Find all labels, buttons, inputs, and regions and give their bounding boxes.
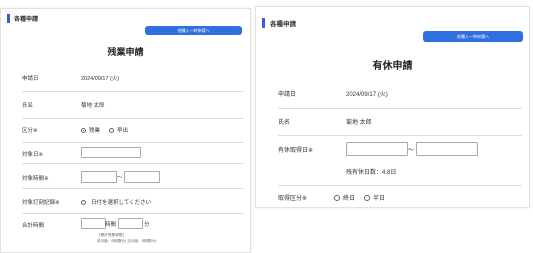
- divider: [278, 185, 522, 186]
- other-request-button[interactable]: 他種入一時申請へ: [145, 26, 242, 35]
- leave-category-option-fullday[interactable]: 終日: [334, 193, 355, 202]
- other-request-button[interactable]: 他種入一時申請へ: [423, 31, 523, 42]
- application-date-label: 申請日: [22, 76, 39, 82]
- name-label: 氏名: [22, 103, 34, 109]
- application-date-value: 2024/09/17 (火): [81, 76, 120, 82]
- target-date-input[interactable]: [81, 147, 141, 158]
- category-option-early[interactable]: 早出: [109, 126, 128, 134]
- divider: [278, 108, 522, 109]
- target-stamp-option[interactable]: 日付を選択してください: [81, 198, 151, 206]
- time-separator: 〜: [117, 175, 123, 181]
- leave-period-label: 有休取得日※: [278, 148, 314, 154]
- section-header: 各種申請: [7, 14, 38, 23]
- minute-unit: 分: [144, 222, 150, 228]
- radio-icon[interactable]: [334, 194, 340, 201]
- category-label: 区分※: [22, 128, 38, 134]
- application-date-label: 申請日: [278, 92, 297, 98]
- header-accent-bar: [262, 18, 265, 28]
- divider: [22, 142, 244, 143]
- total-minutes-input[interactable]: [118, 218, 143, 229]
- radio-icon[interactable]: [81, 199, 86, 205]
- leave-start-date-input[interactable]: [346, 142, 408, 156]
- start-time-input[interactable]: [81, 171, 117, 183]
- leave-category-option-halfday[interactable]: 半日: [364, 193, 385, 202]
- leave-end-date-input[interactable]: [416, 142, 478, 156]
- name-value: 菊地 太郎: [81, 103, 105, 109]
- period-separator: 〜: [408, 148, 415, 154]
- divider: [22, 163, 244, 164]
- remaining-leave-days: 残有休日数：4.8日: [346, 170, 397, 176]
- end-time-input[interactable]: [124, 171, 160, 183]
- total-time-label: 合計時間: [22, 223, 45, 229]
- radio-icon[interactable]: [109, 127, 114, 133]
- header-accent-bar: [7, 14, 10, 23]
- divider: [22, 213, 244, 214]
- section-header-title: 各種申請: [14, 17, 39, 23]
- overtime-request-panel: 各種申請 他種入一時申請へ 残業申請 申請日 2024/09/17 (火) 氏名…: [0, 8, 251, 253]
- page-title: 残業申請: [107, 47, 144, 57]
- category-option-overtime[interactable]: 残業: [81, 126, 100, 134]
- radio-selected-icon[interactable]: [81, 127, 86, 133]
- divider: [22, 118, 244, 119]
- page-title: 有休申請: [372, 61, 413, 72]
- total-hours-input[interactable]: [81, 218, 106, 229]
- cumulative-overtime-note: 【累計残業時間】: [97, 233, 126, 237]
- divider: [22, 188, 244, 189]
- divider: [22, 91, 244, 92]
- name-value: 菊地 太郎: [346, 120, 372, 126]
- paid-leave-request-panel: 各種申請 他種入一時申請へ 有休申請 申請日 2024/09/17 (火) 氏名…: [255, 6, 530, 208]
- application-date-value: 2024/09/17 (火): [346, 92, 388, 98]
- name-label: 氏名: [278, 120, 291, 126]
- hour-unit: 時間: [105, 222, 117, 228]
- section-header-title: 各種申請: [270, 21, 296, 28]
- leave-category-label: 取得区分※: [278, 196, 308, 202]
- target-stamp-label: 対象打刻記録※: [22, 200, 60, 206]
- target-date-label: 対象日※: [22, 152, 44, 158]
- divider: [278, 135, 522, 136]
- cumulative-overtime-values: 前月度：0時間0分 当月度：0時間0分: [97, 239, 157, 243]
- section-header: 各種申請: [262, 18, 296, 28]
- target-time-label: 対象時間※: [22, 176, 49, 182]
- radio-icon[interactable]: [364, 194, 370, 201]
